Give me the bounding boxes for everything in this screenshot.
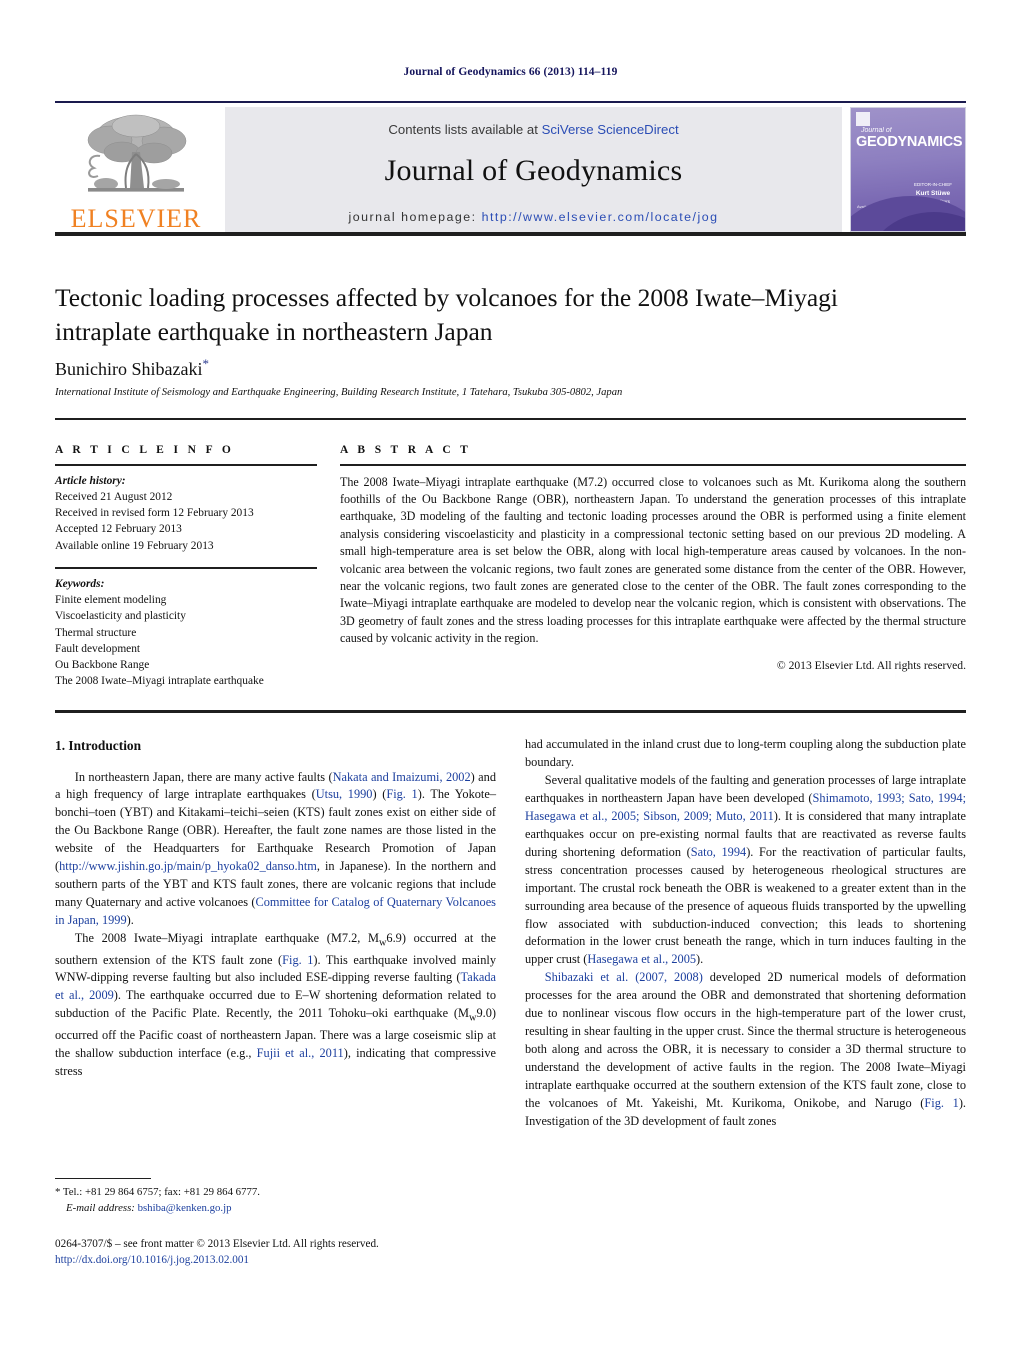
abstract-copyright: © 2013 Elsevier Ltd. All rights reserved… bbox=[776, 658, 966, 672]
keywords-block: Keywords: Finite element modeling Viscoe… bbox=[55, 576, 317, 690]
email-label: E-mail address: bbox=[66, 1201, 135, 1214]
text-run: developed 2D numerical models of deforma… bbox=[525, 970, 966, 1111]
keyword-item: Thermal structure bbox=[55, 626, 137, 639]
contents-lists-line: Contents lists available at SciVerse Sci… bbox=[388, 122, 678, 137]
imprint-block: 0264-3707/$ – see front matter © 2013 El… bbox=[55, 1236, 525, 1268]
cover-title: GEODYNAMICS bbox=[856, 134, 963, 150]
text-run: ) ( bbox=[372, 787, 387, 802]
masthead-bottom-rule bbox=[55, 232, 966, 236]
figure-link[interactable]: Fig. 1 bbox=[924, 1096, 958, 1110]
keywords-label: Keywords: bbox=[55, 577, 105, 590]
cover-elsevier-mark-icon bbox=[856, 112, 870, 126]
citation-link[interactable]: Hasegawa et al., 2005 bbox=[587, 952, 696, 966]
paragraph: Several qualitative models of the faulti… bbox=[525, 772, 966, 969]
homepage-prefix: journal homepage: bbox=[348, 210, 482, 224]
paragraph: Shibazaki et al. (2007, 2008) developed … bbox=[525, 969, 966, 1131]
abstract-bottom-rule bbox=[55, 710, 966, 713]
keyword-item: Fault development bbox=[55, 642, 141, 655]
citation-link[interactable]: Utsu, 1990 bbox=[316, 787, 373, 801]
paragraph: In northeastern Japan, there are many ac… bbox=[55, 769, 496, 931]
journal-homepage-line: journal homepage: http://www.elsevier.co… bbox=[348, 210, 718, 224]
text-run: ). bbox=[696, 952, 704, 967]
elsevier-tree-icon bbox=[87, 114, 187, 192]
article-history-block: Article history: Received 21 August 2012… bbox=[55, 473, 317, 554]
url-link[interactable]: http://www.jishin.go.jp/main/p_hyoka02_d… bbox=[59, 859, 317, 873]
article-history-label: Article history: bbox=[55, 474, 126, 487]
figure-link[interactable]: Fig. 1 bbox=[386, 787, 417, 801]
journal-cover-thumbnail: Journal of GEODYNAMICS EDITOR-IN-CHIEF K… bbox=[850, 107, 966, 232]
history-item: Accepted 12 February 2013 bbox=[55, 523, 182, 536]
figure-link[interactable]: Fig. 1 bbox=[282, 953, 313, 967]
footnote-email: E-mail address: bshiba@kenken.go.jp bbox=[55, 1201, 496, 1217]
body-column-left: 1. Introduction In northeastern Japan, t… bbox=[55, 736, 496, 1081]
masthead-center-panel: Contents lists available at SciVerse Sci… bbox=[225, 107, 842, 232]
paper-page: Journal of Geodynamics 66 (2013) 114–119 bbox=[0, 0, 1021, 1351]
body-column-right: had accumulated in the inland crust due … bbox=[525, 736, 966, 1131]
keyword-item: Viscoelasticity and plasticity bbox=[55, 610, 186, 623]
article-info-rule bbox=[55, 464, 317, 466]
history-item: Available online 19 February 2013 bbox=[55, 539, 214, 552]
text-run: ). For the reactivation of particular fa… bbox=[525, 844, 966, 967]
citation-link[interactable]: Sato, 1994 bbox=[691, 845, 746, 859]
citation-link[interactable]: Fujii et al., 2011 bbox=[257, 1046, 344, 1060]
cover-subtitle: Journal of bbox=[861, 127, 892, 134]
abstract-text: The 2008 Iwate–Miyagi intraplate earthqu… bbox=[340, 474, 966, 646]
citation-link[interactable]: Nakata and Imaizumi, 2002 bbox=[333, 770, 471, 784]
footnote-block: * Tel.: +81 29 864 6757; fax: +81 29 864… bbox=[55, 1185, 496, 1216]
abstract-rule bbox=[340, 464, 966, 466]
keywords-rule bbox=[55, 567, 317, 569]
keyword-item: The 2008 Iwate–Miyagi intraplate earthqu… bbox=[55, 675, 264, 688]
journal-masthead: ELSEVIER Contents lists available at Sci… bbox=[55, 101, 966, 232]
doi-link[interactable]: http://dx.doi.org/10.1016/j.jog.2013.02.… bbox=[55, 1252, 525, 1268]
history-item: Received in revised form 12 February 201… bbox=[55, 507, 254, 520]
keyword-item: Ou Backbone Range bbox=[55, 659, 150, 672]
elsevier-wordmark: ELSEVIER bbox=[70, 204, 202, 233]
page-title: Tectonic loading processes affected by v… bbox=[55, 283, 839, 346]
keyword-item: Finite element modeling bbox=[55, 593, 167, 606]
text-run: ). The earthquake occurred due to E–W sh… bbox=[55, 988, 496, 1021]
corresponding-author-marker: * bbox=[202, 356, 209, 371]
sciencedirect-link[interactable]: SciVerse ScienceDirect bbox=[542, 122, 679, 137]
article-info-heading: A R T I C L E I N F O bbox=[55, 444, 235, 456]
contents-prefix: Contents lists available at bbox=[388, 122, 542, 137]
text-run: The 2008 Iwate–Miyagi intraplate earthqu… bbox=[74, 931, 379, 946]
paragraph: The 2008 Iwate–Miyagi intraplate earthqu… bbox=[55, 930, 496, 1081]
issn-copyright-line: 0264-3707/$ – see front matter © 2013 El… bbox=[55, 1238, 379, 1250]
abstract-heading: A B S T R A C T bbox=[340, 444, 472, 456]
text-run: In northeastern Japan, there are many ac… bbox=[74, 769, 333, 784]
running-head: Journal of Geodynamics 66 (2013) 114–119 bbox=[403, 66, 618, 78]
elsevier-logo: ELSEVIER bbox=[55, 107, 217, 232]
journal-homepage-link[interactable]: http://www.elsevier.com/locate/jog bbox=[482, 210, 719, 224]
paragraph-continuation: had accumulated in the inland crust due … bbox=[525, 737, 966, 769]
title-bottom-rule bbox=[55, 418, 966, 420]
author-label: Bunichiro Shibazaki bbox=[55, 359, 203, 379]
history-item: Received 21 August 2012 bbox=[55, 490, 173, 503]
text-run: ). bbox=[126, 913, 134, 928]
journal-title: Journal of Geodynamics bbox=[384, 154, 683, 187]
section-heading-introduction: 1. Introduction bbox=[55, 738, 142, 753]
citation-link[interactable]: Shibazaki et al. (2007, 2008) bbox=[545, 970, 703, 984]
article-info-column: A R T I C L E I N F O Article history: R… bbox=[55, 444, 317, 690]
author-affiliation: International Institute of Seismology an… bbox=[55, 387, 623, 398]
email-link[interactable]: bshiba@kenken.go.jp bbox=[138, 1202, 232, 1214]
abstract-column: A B S T R A C T The 2008 Iwate–Miyagi in… bbox=[340, 444, 966, 672]
author-name: Bunichiro Shibazaki* bbox=[55, 356, 209, 380]
cover-editor-label: EDITOR-IN-CHIEF bbox=[914, 182, 952, 187]
footnote-rule bbox=[55, 1178, 151, 1180]
footnote-tel-text: Tel.: +81 29 864 6757; fax: +81 29 864 6… bbox=[60, 1186, 260, 1198]
footnote-tel: * Tel.: +81 29 864 6757; fax: +81 29 864… bbox=[55, 1185, 496, 1201]
